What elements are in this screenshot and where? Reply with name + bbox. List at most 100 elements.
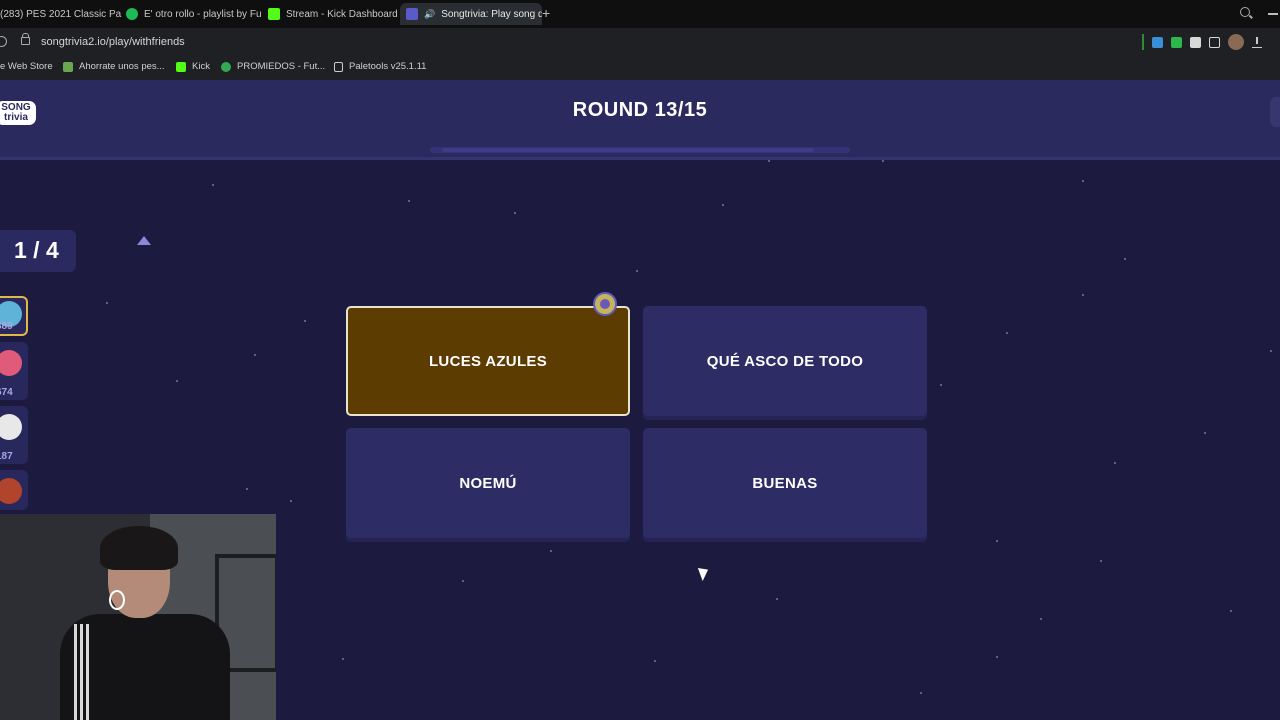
reload-icon[interactable]: [0, 36, 7, 47]
songtrivia-favicon-icon: [406, 8, 418, 20]
player-avatar: [0, 478, 22, 504]
puzzle-icon[interactable]: [1209, 36, 1220, 48]
bookmark-label: Kick: [192, 61, 210, 72]
star-dot: [768, 160, 770, 162]
player-score: 187: [0, 451, 13, 462]
star-dot: [996, 656, 998, 658]
tab-title: (283) PES 2021 Classic Pa: [0, 8, 122, 20]
star-dot: [514, 212, 516, 214]
tab-title: Songtrivia: Play song q: [441, 8, 542, 20]
soccer-ball-icon: [221, 61, 231, 72]
answer-option-4[interactable]: BUENAS: [643, 428, 927, 538]
star-dot: [1082, 294, 1084, 296]
star-dot: [342, 658, 344, 660]
tab-pes[interactable]: (283) PES 2021 Classic Pa: [0, 3, 122, 25]
star-dot: [1100, 560, 1102, 562]
player-score: 674: [0, 387, 13, 398]
star-dot: [1204, 432, 1206, 434]
tab-title: Stream - Kick Dashboard: [286, 8, 398, 20]
round-timer-fill: [442, 148, 814, 152]
player-choice-avatar: [593, 292, 617, 316]
star-dot: [860, 540, 862, 542]
star-dot: [920, 692, 922, 694]
answer-option-2[interactable]: QUÉ ASCO DE TODO: [643, 306, 927, 416]
star-dot: [254, 354, 256, 356]
player-card[interactable]: [0, 470, 28, 510]
kick-icon: [268, 8, 280, 20]
extensions-area: [1142, 34, 1262, 50]
webcam-person-hair: [100, 526, 178, 570]
tab-search-icon[interactable]: [1240, 7, 1250, 17]
extension-icon[interactable]: [1190, 36, 1201, 48]
star-dot: [722, 204, 724, 206]
lock-icon[interactable]: [21, 33, 30, 45]
star-dot: [550, 550, 552, 552]
bookmark-kick[interactable]: Kick: [176, 61, 210, 72]
bookmark-promiedos[interactable]: PROMIEDOS - Fut...: [221, 61, 325, 72]
star-dot: [304, 320, 306, 322]
download-icon[interactable]: [1252, 36, 1262, 48]
kick-icon: [176, 61, 186, 72]
bookmark-label: Ahorrate unos pes...: [79, 61, 165, 72]
star-dot: [408, 200, 410, 202]
player-score: 889: [0, 321, 13, 332]
answer-option-3[interactable]: NOEMÚ: [346, 428, 630, 538]
extension-icon[interactable]: [1152, 36, 1163, 48]
star-dot: [1040, 618, 1042, 620]
star-dot: [1114, 462, 1116, 464]
webcam-overlay: [0, 514, 276, 720]
player-card[interactable]: 889: [0, 296, 28, 336]
player-card[interactable]: 674: [0, 342, 28, 400]
url-field[interactable]: songtrivia2.io/play/withfriends: [41, 36, 185, 48]
bookmark-web-store[interactable]: e Web Store: [0, 61, 53, 72]
bookmarks-bar: e Web Store Ahorrate unos pes... Kick PR…: [0, 56, 1280, 80]
star-dot: [212, 184, 214, 186]
round-indicator: ROUND 13/15: [572, 99, 708, 121]
bookmark-label: Paletools v25.1.11: [349, 61, 427, 72]
star-dot: [776, 598, 778, 600]
game-header: SONG trivia ROUND 13/15: [0, 80, 1280, 160]
bookmark-paletools[interactable]: Paletools v25.1.11: [334, 61, 426, 72]
minimize-icon[interactable]: [1268, 13, 1278, 15]
answer-label: BUENAS: [752, 474, 818, 492]
player-list: 889 674 187: [0, 296, 30, 516]
mouse-cursor: [697, 564, 712, 582]
star-dot: [1270, 350, 1272, 352]
profile-avatar[interactable]: [1228, 34, 1244, 50]
tab-songtrivia[interactable]: 🔊 Songtrivia: Play song q: [400, 3, 542, 25]
address-bar: songtrivia2.io/play/withfriends: [0, 28, 1280, 56]
bookmark-ahorrate[interactable]: Ahorrate unos pes...: [63, 61, 165, 72]
browser-tab-bar: (283) PES 2021 Classic Pa E' otro rollo …: [0, 0, 1280, 28]
bookmark-icon: [63, 61, 73, 72]
jacket-stripe: [74, 624, 77, 720]
header-side-button[interactable]: [1270, 97, 1280, 127]
answer-option-1[interactable]: LUCES AZULES: [346, 306, 630, 416]
answered-count: 1 / 4: [14, 237, 59, 263]
star-dot: [1230, 610, 1232, 612]
star-dot: [1082, 180, 1084, 182]
player-card[interactable]: 187: [0, 406, 28, 464]
bookmark-label: e Web Store: [0, 61, 53, 72]
speaker-icon: 🔊: [424, 8, 436, 19]
tab-spotify-playlist[interactable]: E' otro rollo - playlist by Fu: [120, 3, 262, 25]
jacket-stripe: [86, 624, 89, 720]
collapse-scoreboard-icon[interactable]: [137, 236, 151, 245]
jacket-stripe: [80, 624, 83, 720]
ring-light-reflection: [109, 590, 125, 610]
star-dot: [1006, 332, 1008, 334]
answer-label: NOEMÚ: [459, 474, 517, 492]
round-timer-bar: [430, 147, 850, 153]
bookmark-label: PROMIEDOS - Fut...: [237, 61, 326, 72]
new-tab-button[interactable]: +: [542, 6, 550, 20]
spotify-icon: [126, 8, 138, 20]
player-avatar: [0, 350, 22, 376]
answer-label: QUÉ ASCO DE TODO: [706, 352, 864, 370]
player-avatar: [0, 414, 22, 440]
star-dot: [462, 580, 464, 582]
star-dot: [106, 302, 108, 304]
star-dot: [996, 540, 998, 542]
star-dot: [636, 270, 638, 272]
extension-icon[interactable]: [1171, 36, 1182, 48]
answered-counter: 1 / 4: [0, 230, 76, 272]
tab-kick-dashboard[interactable]: Stream - Kick Dashboard: [262, 3, 406, 25]
